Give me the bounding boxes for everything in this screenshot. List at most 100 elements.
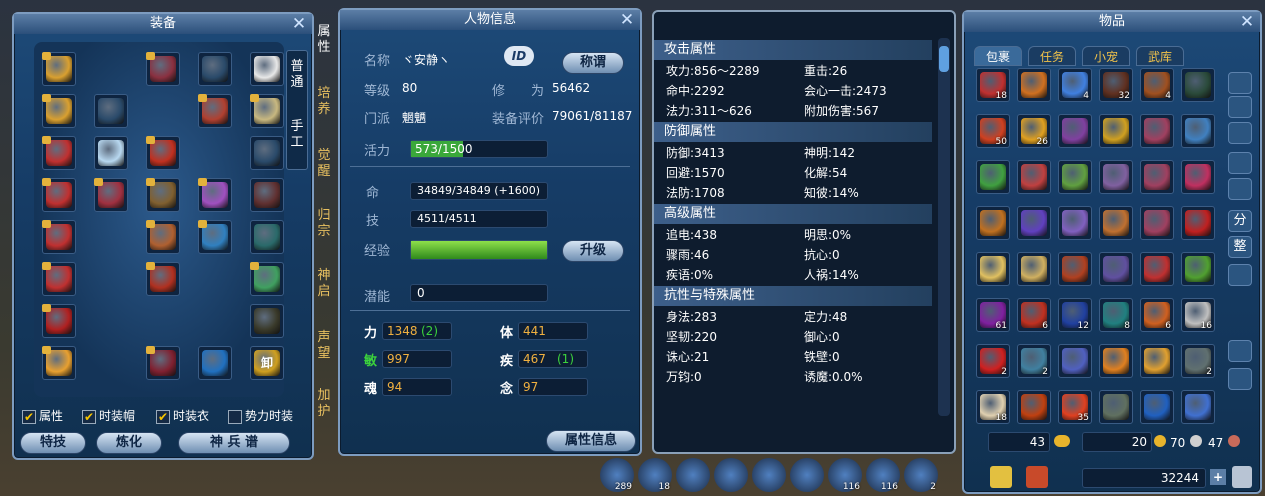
bag-slot[interactable] [1181, 114, 1215, 148]
refine-button[interactable]: 炼化 [96, 432, 162, 454]
equip-slot[interactable] [250, 94, 284, 128]
weapon-book-button[interactable]: 神 兵 谱 [178, 432, 290, 454]
bag-slot[interactable]: 6 [1017, 298, 1051, 332]
hotbar-slot[interactable]: 116 [828, 458, 862, 492]
bag-slot[interactable] [1099, 206, 1133, 240]
hotbar-slot[interactable] [714, 458, 748, 492]
bag-slot[interactable]: 8 [1099, 298, 1133, 332]
equip-slot[interactable] [198, 178, 232, 212]
equip-slot[interactable] [94, 94, 128, 128]
title-button[interactable]: 称谓 [562, 52, 624, 74]
equip-slot[interactable] [42, 346, 76, 380]
hotbar-slot[interactable] [790, 458, 824, 492]
equip-slot[interactable] [42, 304, 76, 338]
bag-slot[interactable]: 2 [976, 344, 1010, 378]
upgrade-button[interactable]: 升级 [562, 240, 624, 262]
equip-slot[interactable] [42, 94, 76, 128]
scroll-thumb[interactable] [939, 46, 949, 72]
bag-slot[interactable]: 32 [1099, 68, 1133, 102]
bag-slot[interactable]: 16 [1181, 298, 1215, 332]
check-faction-costume[interactable]: 势力时装 [228, 407, 293, 424]
broom-icon[interactable] [1232, 466, 1252, 488]
bag-slot[interactable] [976, 206, 1010, 240]
bag-slot[interactable] [1181, 160, 1215, 194]
bag-slot[interactable] [1017, 160, 1051, 194]
add-icon[interactable]: + [1210, 469, 1226, 485]
tab-cultivate[interactable]: 培养 [314, 86, 334, 118]
scrollbar[interactable] [938, 38, 950, 416]
bag-slot[interactable]: 2 [1017, 344, 1051, 378]
bag-tool-icon[interactable] [1228, 152, 1252, 174]
hotbar-slot[interactable]: 116 [866, 458, 900, 492]
bag-slot[interactable] [1181, 390, 1215, 424]
bag-tool-icon[interactable] [1228, 264, 1252, 286]
hotbar-slot[interactable]: 2 [904, 458, 938, 492]
bag-slot[interactable]: 35 [1058, 390, 1092, 424]
book-icon[interactable] [990, 466, 1012, 488]
bag-slot[interactable] [1140, 114, 1174, 148]
equip-slot[interactable] [146, 220, 180, 254]
equip-slot[interactable] [94, 136, 128, 170]
bag-slot[interactable] [1140, 206, 1174, 240]
bag-slot[interactable]: 18 [976, 68, 1010, 102]
equip-slot[interactable] [146, 346, 180, 380]
bag-slot[interactable] [1099, 344, 1133, 378]
bag-tool-icon[interactable] [1228, 96, 1252, 118]
equip-slot[interactable] [42, 178, 76, 212]
bag-slot[interactable] [1017, 68, 1051, 102]
equip-slot[interactable] [250, 136, 284, 170]
bag-slot[interactable] [1017, 252, 1051, 286]
close-icon[interactable]: ✕ [1238, 13, 1256, 31]
special-skill-button[interactable]: 特技 [20, 432, 86, 454]
equip-slot[interactable] [250, 178, 284, 212]
equip-slot[interactable] [198, 52, 232, 86]
close-icon[interactable]: ✕ [618, 11, 636, 29]
equip-slot[interactable] [42, 52, 76, 86]
bag-slot[interactable]: 26 [1017, 114, 1051, 148]
mode-normal[interactable]: 普通 [287, 59, 307, 91]
equip-slot[interactable]: 卸 [250, 346, 284, 380]
bag-slot[interactable] [976, 160, 1010, 194]
equip-slot[interactable] [42, 262, 76, 296]
bag-slot[interactable] [1140, 252, 1174, 286]
equip-slot[interactable] [42, 136, 76, 170]
check-costume[interactable]: ✔ 时装衣 [156, 407, 209, 424]
check-hat[interactable]: ✔ 时装帽 [82, 407, 135, 424]
bag-slot[interactable]: 4 [1058, 68, 1092, 102]
bag-slot[interactable] [1181, 252, 1215, 286]
split-button[interactable]: 分 [1228, 210, 1252, 232]
equip-slot[interactable] [146, 52, 180, 86]
bag-slot[interactable] [1058, 114, 1092, 148]
equip-slot[interactable] [146, 178, 180, 212]
equip-slot[interactable] [94, 178, 128, 212]
bag-slot[interactable] [1017, 206, 1051, 240]
bag-slot[interactable] [1140, 160, 1174, 194]
sort-button[interactable]: 整 [1228, 236, 1252, 258]
hotbar-slot[interactable]: 289 [600, 458, 634, 492]
tab-protect[interactable]: 加护 [314, 388, 334, 420]
tab-pet[interactable]: 小宠 [1082, 46, 1130, 66]
bag-slot[interactable] [1140, 390, 1174, 424]
bag-slot[interactable] [1181, 206, 1215, 240]
equip-slot[interactable] [250, 304, 284, 338]
tab-task[interactable]: 任务 [1028, 46, 1076, 66]
bag-tool-icon[interactable] [1228, 340, 1252, 362]
bag-slot[interactable]: 61 [976, 298, 1010, 332]
tab-reputation[interactable]: 声望 [314, 330, 334, 362]
bag-slot[interactable] [1058, 206, 1092, 240]
bag-tool-icon[interactable] [1228, 122, 1252, 144]
equip-slot[interactable] [198, 94, 232, 128]
equip-slot[interactable] [250, 220, 284, 254]
equip-slot[interactable] [198, 220, 232, 254]
equip-slot[interactable] [250, 262, 284, 296]
bag-slot[interactable]: 18 [976, 390, 1010, 424]
bag-tool-icon[interactable] [1228, 178, 1252, 200]
hotbar-slot[interactable]: 18 [638, 458, 672, 492]
bag-slot[interactable]: 4 [1140, 68, 1174, 102]
bag-tool-icon[interactable] [1228, 72, 1252, 94]
equip-slot[interactable] [42, 220, 76, 254]
tab-attributes[interactable]: 属性 [314, 24, 334, 56]
tab-divine[interactable]: 神启 [314, 268, 334, 300]
equip-slot[interactable] [250, 52, 284, 86]
bag-slot[interactable] [1099, 114, 1133, 148]
